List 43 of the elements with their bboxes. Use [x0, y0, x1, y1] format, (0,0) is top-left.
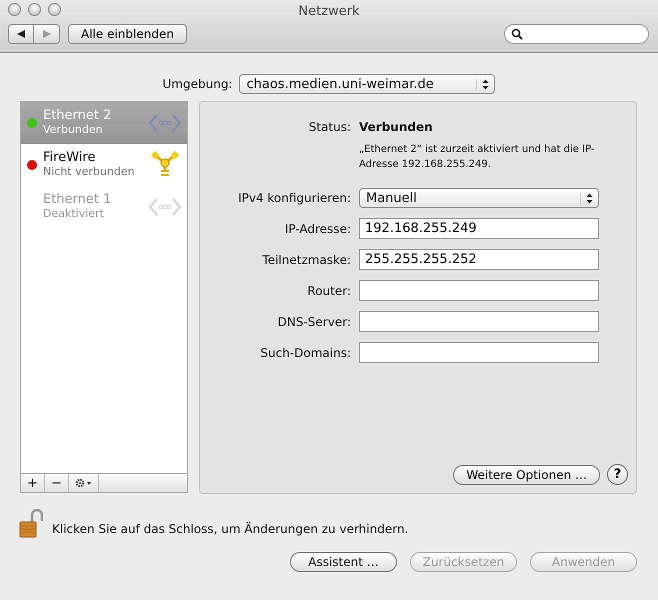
input-field[interactable]: [359, 342, 599, 363]
back-button[interactable]: [8, 24, 34, 44]
field-label: IPv4 konfigurieren:: [237, 191, 351, 205]
firewire-icon: [149, 151, 181, 179]
show-all-button[interactable]: Alle einblenden: [68, 24, 187, 44]
field-label: Router:: [306, 284, 351, 298]
service-status: Verbunden: [43, 123, 104, 137]
input-field[interactable]: 192.168.255.249: [359, 218, 599, 239]
input-field[interactable]: [359, 280, 599, 301]
help-button[interactable]: ?: [607, 464, 628, 485]
window-control-button[interactable]: [28, 3, 41, 16]
input-field[interactable]: [359, 311, 599, 332]
status-label: Status:: [308, 120, 351, 134]
list-control-button[interactable]: −: [45, 474, 69, 492]
back-arrow-icon: [16, 29, 26, 39]
field-label: DNS-Server:: [276, 314, 351, 328]
status-description: „Ethernet 2“ ist zurzeit aktiviert und hat die IP-Adresse 192.168.255.249.: [359, 143, 596, 172]
list-control-button[interactable]: +: [21, 474, 45, 492]
field-label: Such-Domains:: [259, 346, 351, 360]
search-icon: [511, 28, 523, 40]
gear-icon: [74, 478, 92, 488]
configure-popup[interactable]: Manuell: [359, 188, 599, 208]
location-popup[interactable]: chaos.medien.uni-weimar.de: [239, 74, 496, 94]
window-control-button[interactable]: [48, 3, 61, 16]
lock-hint: Klicken Sie auf das Schloss, um Änderungen zu verhindern.: [52, 522, 408, 536]
location-label: Umgebung:: [162, 77, 232, 91]
more-options-button[interactable]: Weitere Optionen …: [453, 464, 600, 484]
forward-arrow-icon: [42, 29, 52, 39]
status-value: Verbunden: [359, 120, 434, 134]
input-field[interactable]: 255.255.255.252: [359, 249, 599, 270]
search-field[interactable]: [504, 24, 649, 44]
padlock-icon: [19, 509, 43, 539]
field-label: Teilnetzmaske:: [261, 252, 351, 266]
service-name: Ethernet 1: [43, 193, 112, 207]
service-name: Ethernet 2: [43, 109, 112, 123]
window-control-button[interactable]: [8, 3, 21, 16]
service-status: Nicht verbunden: [43, 165, 136, 179]
field-label: IP-Adresse:: [284, 222, 351, 236]
window-title: Netzwerk: [298, 4, 360, 18]
service-name: FireWire: [43, 151, 96, 165]
action-button[interactable]: Assistent …: [290, 552, 397, 572]
service-status: Deaktiviert: [43, 207, 105, 221]
service-item[interactable]: FireWire Nicht verbunden: [21, 144, 187, 186]
